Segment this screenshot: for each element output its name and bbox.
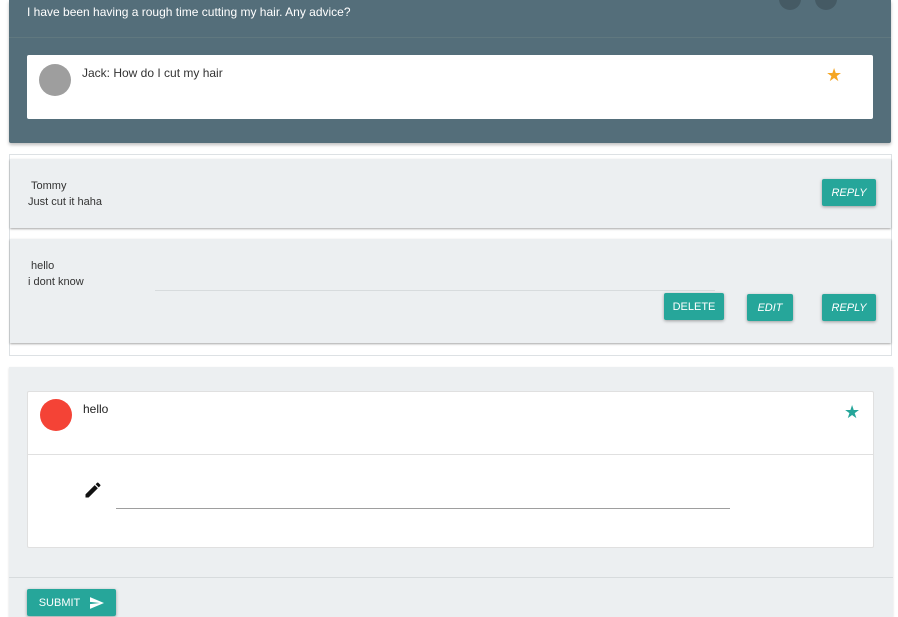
divider <box>155 290 715 291</box>
header-circle-icon[interactable] <box>815 0 837 10</box>
edit-button[interactable]: EDIT <box>747 294 793 321</box>
delete-button[interactable]: DELETE <box>664 293 724 320</box>
compose-user-label: hello <box>83 402 109 416</box>
reply-author: hello <box>31 260 55 272</box>
reply-button[interactable]: REPLY <box>822 294 876 321</box>
reply-card: Tommy Just cut it haha REPLY <box>10 159 891 228</box>
post-title: I have been having a rough time cutting … <box>27 5 351 19</box>
divider <box>9 37 891 38</box>
star-icon[interactable]: ★ <box>844 403 860 421</box>
reply-text: i dont know <box>28 276 84 288</box>
question-text: Jack: How do I cut my hair <box>82 66 223 80</box>
divider <box>28 454 873 455</box>
compose-card: hello ★ <box>27 391 874 548</box>
star-icon[interactable]: ★ <box>826 66 842 84</box>
pencil-icon <box>85 482 101 498</box>
divider <box>9 577 893 578</box>
reply-text: Just cut it haha <box>28 196 102 208</box>
avatar <box>40 399 72 431</box>
reply-author: Tommy <box>31 180 67 192</box>
reply-input[interactable] <box>116 488 730 509</box>
reply-button[interactable]: REPLY <box>822 179 876 206</box>
reply-card: hello i dont know DELETE EDIT REPLY <box>10 239 891 343</box>
send-icon <box>90 596 105 609</box>
header-circle-icon[interactable] <box>779 0 801 10</box>
submit-label: SUBMIT <box>38 596 81 609</box>
question-card: Jack: How do I cut my hair ★ <box>27 55 873 119</box>
submit-button[interactable]: SUBMIT <box>27 589 116 616</box>
avatar <box>39 64 71 96</box>
